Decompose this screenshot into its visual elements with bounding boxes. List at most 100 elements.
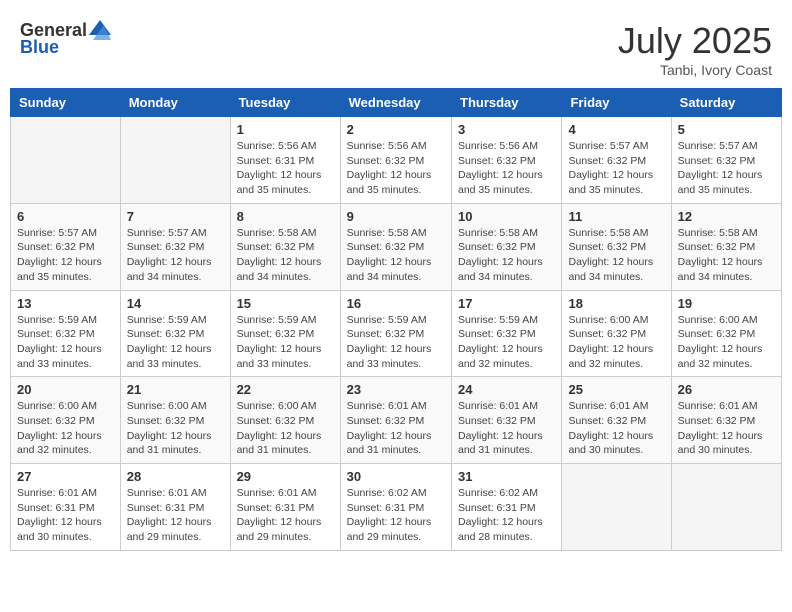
day-info: Sunrise: 6:01 AM Sunset: 6:31 PM Dayligh… — [127, 486, 224, 545]
calendar-cell: 19Sunrise: 6:00 AM Sunset: 6:32 PM Dayli… — [671, 290, 781, 377]
day-info: Sunrise: 5:57 AM Sunset: 6:32 PM Dayligh… — [678, 139, 775, 198]
weekday-header-monday: Monday — [120, 89, 230, 117]
day-info: Sunrise: 5:56 AM Sunset: 6:32 PM Dayligh… — [458, 139, 555, 198]
day-info: Sunrise: 5:56 AM Sunset: 6:31 PM Dayligh… — [237, 139, 334, 198]
calendar-cell: 23 Sunrise: 6:01 AM Sunset: 6:32 PM Dayli… — [340, 377, 451, 464]
calendar-cell: 17 Sunrise: 5:59 AM Sunset: 6:32 PM Dayli… — [452, 290, 562, 377]
day-number: 9 — [347, 209, 445, 224]
month-year-title: July 2025 — [618, 20, 772, 62]
day-number: 13 — [17, 296, 114, 311]
day-number: 1 — [237, 122, 334, 137]
calendar-cell: 10Sunrise: 5:58 AM Sunset: 6:32 PM Dayli… — [452, 203, 562, 290]
day-number: 23 — [347, 382, 445, 397]
calendar-cell: 20Sunrise: 6:00 AM Sunset: 6:32 PM Dayli… — [11, 377, 121, 464]
day-number: 30 — [347, 469, 445, 484]
title-section: July 2025 Tanbi, Ivory Coast — [618, 20, 772, 78]
day-info: Sunrise: 6:00 AM Sunset: 6:32 PM Dayligh… — [127, 399, 224, 458]
day-info: Sunrise: 6:01 AM Sunset: 6:31 PM Dayligh… — [17, 486, 114, 545]
calendar-cell: 2 Sunrise: 5:56 AM Sunset: 6:32 PM Daylig… — [340, 117, 451, 204]
calendar-cell: 14 Sunrise: 5:59 AM Sunset: 6:32 PM Dayli… — [120, 290, 230, 377]
day-number: 19 — [678, 296, 775, 311]
day-number: 31 — [458, 469, 555, 484]
calendar-cell: 26Sunrise: 6:01 AM Sunset: 6:32 PM Dayli… — [671, 377, 781, 464]
day-info: Sunrise: 6:01 AM Sunset: 6:32 PM Dayligh… — [347, 399, 445, 458]
calendar-cell: 15 Sunrise: 5:59 AM Sunset: 6:32 PM Dayli… — [230, 290, 340, 377]
calendar-cell: 12 Sunrise: 5:58 AM Sunset: 6:32 PM Dayli… — [671, 203, 781, 290]
day-info: Sunrise: 5:57 AM Sunset: 6:32 PM Dayligh… — [127, 226, 224, 285]
day-number: 12 — [678, 209, 775, 224]
day-info: Sunrise: 6:02 AM Sunset: 6:31 PM Dayligh… — [458, 486, 555, 545]
calendar-cell: 25Sunrise: 6:01 AM Sunset: 6:32 PM Dayli… — [562, 377, 671, 464]
day-number: 24 — [458, 382, 555, 397]
day-info: Sunrise: 6:00 AM Sunset: 6:32 PM Dayligh… — [17, 399, 114, 458]
calendar-cell: 6 Sunrise: 5:57 AM Sunset: 6:32 PM Daylig… — [11, 203, 121, 290]
calendar-cell: 24 Sunrise: 6:01 AM Sunset: 6:32 PM Dayli… — [452, 377, 562, 464]
logo-icon — [89, 20, 111, 40]
day-info: Sunrise: 5:59 AM Sunset: 6:32 PM Dayligh… — [17, 313, 114, 372]
day-info: Sunrise: 6:00 AM Sunset: 6:32 PM Dayligh… — [568, 313, 664, 372]
day-number: 11 — [568, 209, 664, 224]
weekday-header-sunday: Sunday — [11, 89, 121, 117]
weekday-header-row: SundayMondayTuesdayWednesdayThursdayFrid… — [11, 89, 782, 117]
calendar-cell: 5 Sunrise: 5:57 AM Sunset: 6:32 PM Daylig… — [671, 117, 781, 204]
day-info: Sunrise: 6:00 AM Sunset: 6:32 PM Dayligh… — [237, 399, 334, 458]
day-info: Sunrise: 5:58 AM Sunset: 6:32 PM Dayligh… — [678, 226, 775, 285]
day-number: 25 — [568, 382, 664, 397]
day-info: Sunrise: 5:58 AM Sunset: 6:32 PM Dayligh… — [458, 226, 555, 285]
day-number: 21 — [127, 382, 224, 397]
day-number: 27 — [17, 469, 114, 484]
calendar-cell: 7 Sunrise: 5:57 AM Sunset: 6:32 PM Daylig… — [120, 203, 230, 290]
calendar-cell: 1 Sunrise: 5:56 AM Sunset: 6:31 PM Daylig… — [230, 117, 340, 204]
day-info: Sunrise: 5:58 AM Sunset: 6:32 PM Dayligh… — [568, 226, 664, 285]
day-number: 2 — [347, 122, 445, 137]
page-header: General Blue July 2025 Tanbi, Ivory Coas… — [10, 10, 782, 83]
calendar-table: SundayMondayTuesdayWednesdayThursdayFrid… — [10, 88, 782, 551]
calendar-cell: 27 Sunrise: 6:01 AM Sunset: 6:31 PM Dayli… — [11, 464, 121, 551]
weekday-header-thursday: Thursday — [452, 89, 562, 117]
day-info: Sunrise: 5:56 AM Sunset: 6:32 PM Dayligh… — [347, 139, 445, 198]
calendar-cell — [671, 464, 781, 551]
day-number: 6 — [17, 209, 114, 224]
calendar-week-row: 20Sunrise: 6:00 AM Sunset: 6:32 PM Dayli… — [11, 377, 782, 464]
day-number: 17 — [458, 296, 555, 311]
calendar-cell: 9 Sunrise: 5:58 AM Sunset: 6:32 PM Daylig… — [340, 203, 451, 290]
calendar-cell: 28 Sunrise: 6:01 AM Sunset: 6:31 PM Dayli… — [120, 464, 230, 551]
calendar-cell: 8Sunrise: 5:58 AM Sunset: 6:32 PM Daylig… — [230, 203, 340, 290]
day-number: 18 — [568, 296, 664, 311]
day-info: Sunrise: 5:59 AM Sunset: 6:32 PM Dayligh… — [458, 313, 555, 372]
day-number: 29 — [237, 469, 334, 484]
day-number: 16 — [347, 296, 445, 311]
day-info: Sunrise: 5:59 AM Sunset: 6:32 PM Dayligh… — [347, 313, 445, 372]
logo: General Blue — [20, 20, 111, 58]
day-info: Sunrise: 5:58 AM Sunset: 6:32 PM Dayligh… — [347, 226, 445, 285]
calendar-cell: 16 Sunrise: 5:59 AM Sunset: 6:32 PM Dayli… — [340, 290, 451, 377]
calendar-cell — [562, 464, 671, 551]
logo-text-blue: Blue — [20, 37, 59, 58]
calendar-cell: 31 Sunrise: 6:02 AM Sunset: 6:31 PM Dayli… — [452, 464, 562, 551]
day-info: Sunrise: 5:57 AM Sunset: 6:32 PM Dayligh… — [17, 226, 114, 285]
day-info: Sunrise: 5:59 AM Sunset: 6:32 PM Dayligh… — [127, 313, 224, 372]
calendar-week-row: 13 Sunrise: 5:59 AM Sunset: 6:32 PM Dayli… — [11, 290, 782, 377]
day-number: 14 — [127, 296, 224, 311]
calendar-cell — [11, 117, 121, 204]
weekday-header-saturday: Saturday — [671, 89, 781, 117]
day-number: 22 — [237, 382, 334, 397]
day-number: 5 — [678, 122, 775, 137]
day-number: 28 — [127, 469, 224, 484]
calendar-cell: 11 Sunrise: 5:58 AM Sunset: 6:32 PM Dayli… — [562, 203, 671, 290]
weekday-header-wednesday: Wednesday — [340, 89, 451, 117]
calendar-cell: 13 Sunrise: 5:59 AM Sunset: 6:32 PM Dayli… — [11, 290, 121, 377]
calendar-cell: 18 Sunrise: 6:00 AM Sunset: 6:32 PM Dayli… — [562, 290, 671, 377]
day-info: Sunrise: 5:59 AM Sunset: 6:32 PM Dayligh… — [237, 313, 334, 372]
calendar-cell: 21 Sunrise: 6:00 AM Sunset: 6:32 PM Dayli… — [120, 377, 230, 464]
calendar-cell — [120, 117, 230, 204]
day-info: Sunrise: 6:02 AM Sunset: 6:31 PM Dayligh… — [347, 486, 445, 545]
day-info: Sunrise: 6:01 AM Sunset: 6:32 PM Dayligh… — [678, 399, 775, 458]
calendar-week-row: 27 Sunrise: 6:01 AM Sunset: 6:31 PM Dayli… — [11, 464, 782, 551]
day-number: 15 — [237, 296, 334, 311]
calendar-week-row: 1 Sunrise: 5:56 AM Sunset: 6:31 PM Daylig… — [11, 117, 782, 204]
calendar-cell: 30 Sunrise: 6:02 AM Sunset: 6:31 PM Dayli… — [340, 464, 451, 551]
day-number: 7 — [127, 209, 224, 224]
day-info: Sunrise: 6:01 AM Sunset: 6:32 PM Dayligh… — [458, 399, 555, 458]
calendar-cell: 29Sunrise: 6:01 AM Sunset: 6:31 PM Dayli… — [230, 464, 340, 551]
